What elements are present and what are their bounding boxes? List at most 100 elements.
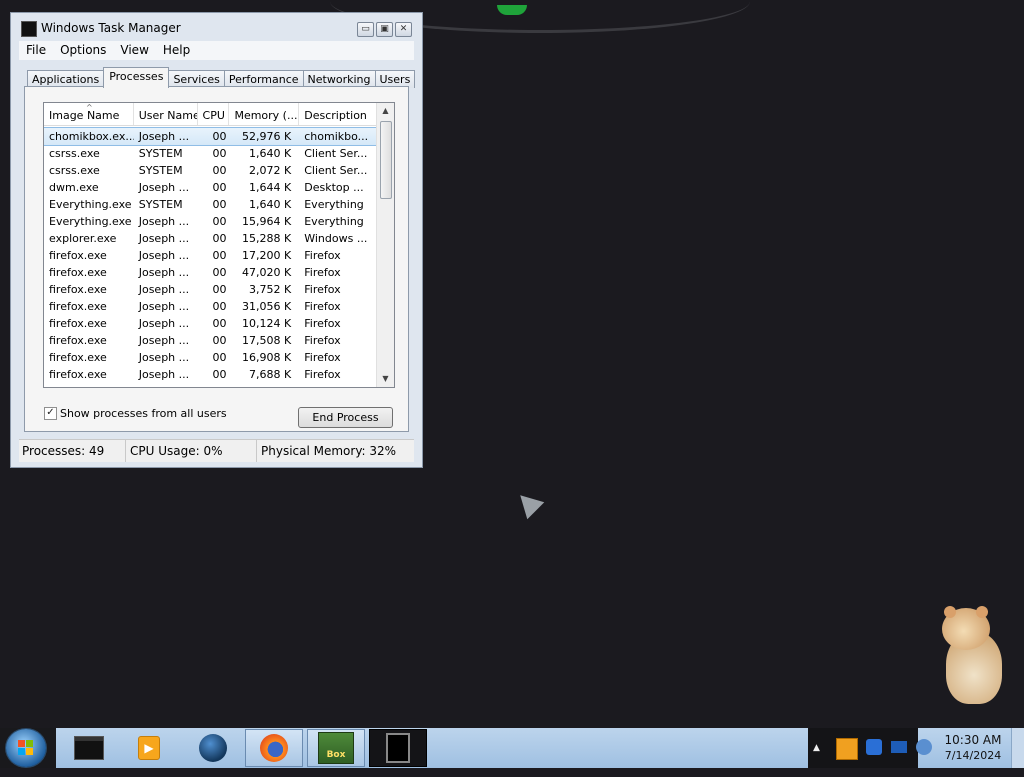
show-all-users-checkbox[interactable]: ✓ [44,407,57,420]
column-image-name-label: Image Name [49,109,120,122]
table-row[interactable]: csrss.exe SYSTEM 00 2,072 K Client Ser... [44,162,377,179]
show-all-users-option[interactable]: ✓ Show processes from all users [44,407,227,420]
cell-memory: 16,908 K [242,351,292,364]
cell-description: Everything [304,198,364,211]
taskbar-terminal-button[interactable] [60,729,118,767]
show-hidden-icons-icon[interactable]: ▲ [813,743,820,753]
tray-network-icon[interactable] [891,741,907,753]
clock-time: 10:30 AM [944,733,1002,747]
table-row[interactable]: Everything.exe SYSTEM 00 1,640 K Everything [44,196,377,213]
cell-user-name: Joseph ... [138,232,190,245]
task-manager-app-icon [21,21,37,37]
task-manager-icon [386,733,410,763]
cell-cpu: 00 [212,181,227,194]
sort-ascending-icon: ^ [86,103,93,112]
cell-cpu: 00 [212,266,227,279]
end-process-button[interactable]: End Process [298,407,393,428]
cell-user-name: Joseph ... [138,283,190,296]
tab-processes[interactable]: Processes [103,67,170,88]
tab-strip: Applications Processes Services Performa… [27,67,416,88]
show-all-users-label: Show processes from all users [60,407,227,420]
clock-date: 7/14/2024 [944,749,1002,762]
hamster-ear-left [944,606,956,618]
cell-description: Firefox [304,283,341,296]
table-row[interactable]: firefox.exe Joseph ... 00 17,200 K Firefox [44,247,377,264]
cell-user-name: Joseph ... [138,300,190,313]
cell-memory: 47,020 K [242,266,292,279]
cell-cpu: 00 [212,198,227,211]
cell-description: Client Ser... [304,164,368,177]
column-user-name[interactable]: User Name [134,103,198,125]
cell-description: Firefox [304,351,341,364]
scrollbar-thumb[interactable] [380,121,392,199]
windows-logo-icon [18,740,34,756]
process-list[interactable]: ^ Image Name User Name CPU Memory (... D… [43,102,395,388]
table-row[interactable]: csrss.exe SYSTEM 00 1,640 K Client Ser... [44,145,377,162]
mouse-pointer-icon [511,486,545,520]
tray-volume-icon[interactable] [916,739,932,755]
cell-memory: 15,964 K [242,215,292,228]
start-button[interactable] [6,729,46,767]
column-cpu[interactable]: CPU [198,103,230,125]
minimize-button[interactable]: ▭ [357,22,374,37]
table-row[interactable]: chomikbox.ex... Joseph ... 00 52,976 K chomi… [44,127,378,146]
table-row[interactable]: firefox.exe Joseph ... 00 10,124 K Firefox [44,315,377,332]
tray-shield-icon[interactable] [866,739,882,755]
table-row[interactable]: dwm.exe Joseph ... 00 1,644 K Desktop ... [44,179,377,196]
taskbar: ▶ Box ▲ 10:30 AM 7/14/2024 [0,728,1024,768]
cell-description: Desktop ... [304,181,364,194]
cell-image-name: Everything.exe [49,215,132,228]
show-desktop-button[interactable] [1011,728,1024,768]
cell-memory: 3,752 K [249,283,292,296]
table-row[interactable]: Everything.exe Joseph ... 00 15,964 K Everyt… [44,213,377,230]
taskbar-media-player-button[interactable]: ▶ [120,729,178,767]
status-bar: Processes: 49 CPU Usage: 0% Physical Mem… [19,439,414,462]
cell-image-name: explorer.exe [49,232,117,245]
hamster-desktop-gadget[interactable] [940,606,1006,706]
window-title: Windows Task Manager [41,21,181,35]
cell-image-name: chomikbox.ex... [49,130,134,143]
cell-user-name: Joseph ... [138,351,190,364]
taskbar-firefox-button[interactable] [245,729,303,767]
cell-memory: 1,640 K [249,147,292,160]
table-row[interactable]: firefox.exe Joseph ... 00 17,508 K Firefox [44,332,377,349]
vertical-scrollbar[interactable]: ▲ ▼ [376,103,394,387]
taskbar-globe-button[interactable] [184,729,242,767]
cell-user-name: Joseph ... [138,130,190,143]
cell-user-name: Joseph ... [138,368,190,381]
scroll-down-arrow-icon[interactable]: ▼ [377,371,394,387]
title-bar[interactable]: Windows Task Manager ▭ ▣ ✕ [11,13,422,41]
cell-image-name: csrss.exe [49,147,100,160]
cell-user-name: Joseph ... [138,181,190,194]
maximize-button[interactable]: ▣ [376,22,393,37]
cell-cpu: 00 [212,317,227,330]
cell-image-name: firefox.exe [49,283,107,296]
table-row[interactable]: firefox.exe Joseph ... 00 47,020 K Firefox [44,264,377,281]
taskbar-clock[interactable]: 10:30 AM 7/14/2024 [938,728,1008,768]
taskbar-chomikbox-button[interactable]: Box [307,729,365,767]
table-row[interactable]: firefox.exe Joseph ... 00 3,752 K Firefox [44,281,377,298]
column-description[interactable]: Description [299,103,378,125]
column-memory[interactable]: Memory (... [229,103,300,125]
column-image-name[interactable]: ^ Image Name [44,103,134,125]
close-button[interactable]: ✕ [395,22,412,37]
cell-memory: 7,688 K [249,368,292,381]
cell-description: Firefox [304,368,341,381]
menu-options[interactable]: Options [53,41,113,60]
cell-user-name: Joseph ... [138,334,190,347]
table-row[interactable]: explorer.exe Joseph ... 00 15,288 K Windows … [44,230,377,247]
menu-help[interactable]: Help [156,41,197,60]
menu-file[interactable]: File [19,41,53,60]
menu-view[interactable]: View [113,41,155,60]
cell-description: Windows ... [304,232,368,245]
table-row[interactable]: firefox.exe Joseph ... 00 16,908 K Firefox [44,349,377,366]
table-row[interactable]: firefox.exe Joseph ... 00 7,688 K Firefox [44,366,377,383]
cell-description: Firefox [304,300,341,313]
cell-description: Firefox [304,334,341,347]
terminal-icon [74,736,104,760]
table-row[interactable]: firefox.exe Joseph ... 00 31,056 K Firefox [44,298,377,315]
tray-app-icon[interactable] [836,738,858,760]
scroll-up-arrow-icon[interactable]: ▲ [377,103,394,119]
cell-image-name: Everything.exe [49,198,132,211]
taskbar-task-manager-button[interactable] [369,729,427,767]
